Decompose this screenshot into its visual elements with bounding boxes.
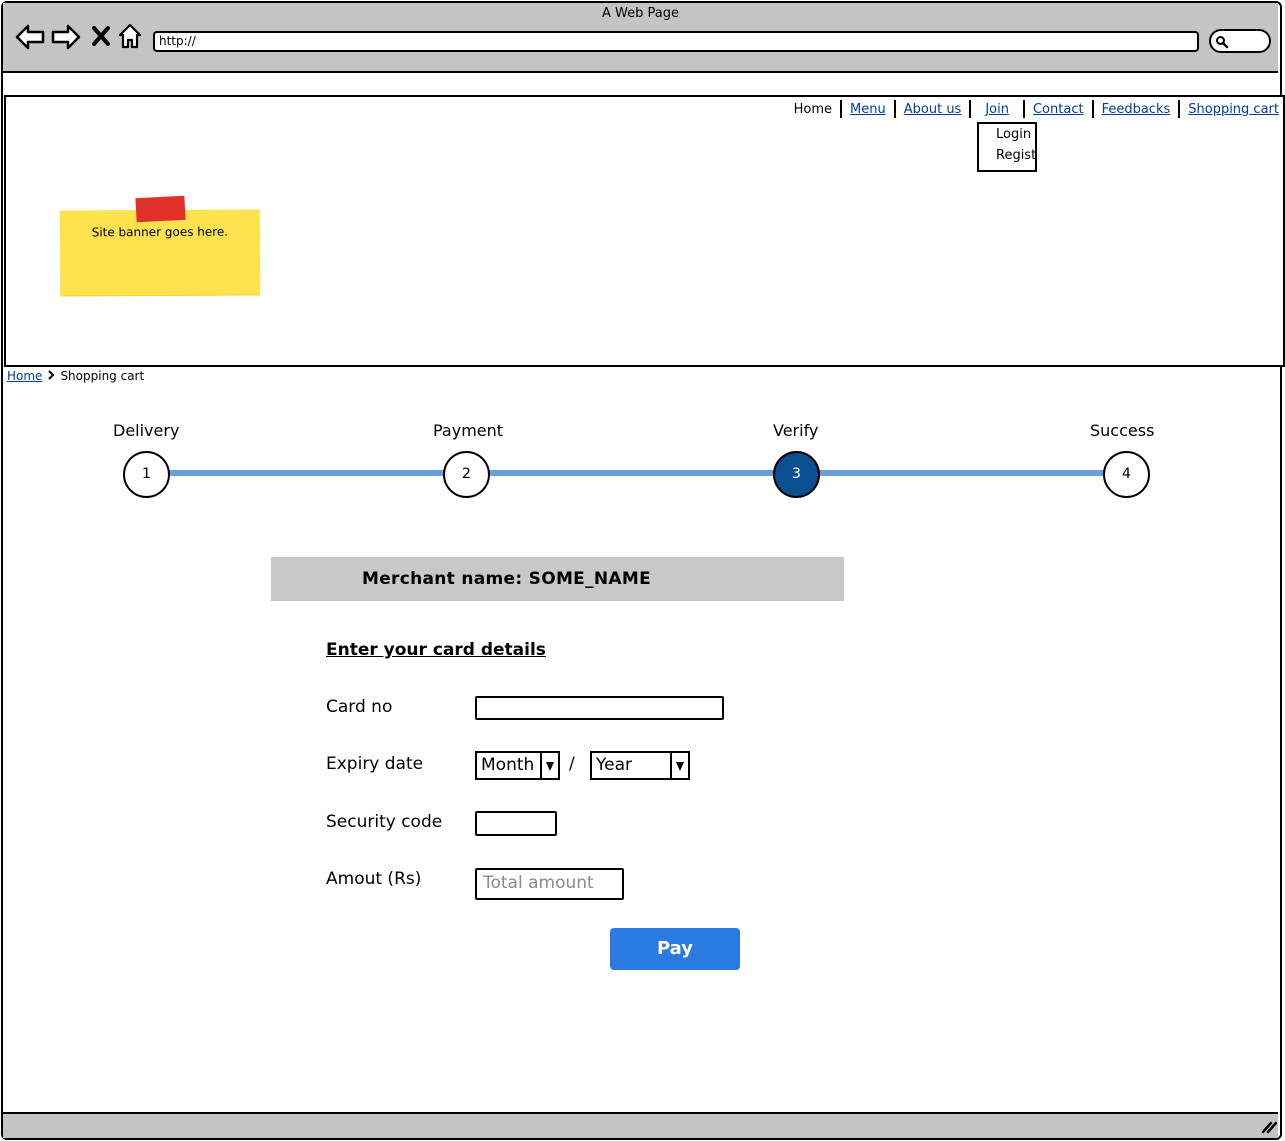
dropdown-arrow-icon: [670, 753, 688, 778]
breadcrumb-home[interactable]: Home: [7, 369, 42, 383]
dropdown-arrow-icon: [540, 753, 558, 778]
security-code-input[interactable]: [475, 811, 557, 836]
browser-statusbar: [3, 1112, 1278, 1138]
amount-input[interactable]: Total amount: [475, 868, 624, 900]
nav-join[interactable]: Join: [971, 102, 1023, 117]
card-number-input[interactable]: [475, 696, 724, 720]
banner-text: Site banner goes here.: [91, 224, 229, 240]
chevron-right-icon: [46, 369, 56, 383]
expiry-separator: /: [569, 754, 575, 774]
nav-menu[interactable]: Menu: [842, 102, 894, 117]
step-connector: [167, 470, 447, 476]
month-select-value: Month: [481, 755, 535, 775]
amount-placeholder: Total amount: [483, 873, 594, 893]
step-circle-3-active: 3: [773, 451, 820, 498]
nav-contact[interactable]: Contact: [1025, 102, 1092, 117]
expiry-date-label: Expiry date: [326, 754, 424, 774]
back-arrow-icon[interactable]: [15, 24, 45, 50]
card-details-heading: Enter your card details: [326, 640, 546, 660]
step-label-payment: Payment: [433, 421, 504, 440]
url-field[interactable]: http://: [153, 31, 1199, 52]
join-dropdown-menu: Login Regist: [977, 122, 1037, 172]
site-banner-sticky-note: Site banner goes here.: [59, 209, 261, 296]
resize-grip-icon[interactable]: [1261, 1119, 1278, 1138]
security-code-label: Security code: [326, 812, 443, 832]
merchant-bar: Merchant name: SOME_NAME: [271, 557, 844, 601]
card-no-label: Card no: [326, 697, 393, 717]
year-select[interactable]: Year: [590, 751, 690, 780]
nav-about-us[interactable]: About us: [896, 102, 970, 117]
step-label-verify: Verify: [773, 421, 819, 440]
tape-decoration: [135, 195, 186, 223]
nav-home[interactable]: Home: [786, 102, 840, 117]
nav-shopping-cart[interactable]: Shopping cart: [1180, 102, 1279, 117]
step-circle-1: 1: [123, 451, 170, 498]
window-title: A Web Page: [602, 6, 679, 21]
search-icon: [1215, 34, 1229, 53]
browser-search-field[interactable]: [1209, 29, 1271, 53]
breadcrumb: Home Shopping cart: [7, 369, 144, 383]
step-label-success: Success: [1090, 421, 1155, 440]
step-label-delivery: Delivery: [113, 421, 180, 440]
forward-arrow-icon[interactable]: [51, 24, 81, 50]
step-connector: [487, 470, 777, 476]
step-connector: [817, 470, 1107, 476]
home-icon[interactable]: [118, 23, 142, 49]
menu-item-regist[interactable]: Regist: [979, 145, 1036, 166]
breadcrumb-current: Shopping cart: [60, 369, 145, 383]
amount-label: Amout (Rs): [326, 869, 422, 889]
merchant-name: Merchant name: SOME_NAME: [362, 569, 652, 589]
step-circle-4: 4: [1103, 451, 1150, 498]
top-navigation: Home Menu About us Join Contact Feedback…: [786, 100, 1279, 118]
menu-item-login[interactable]: Login: [979, 124, 1035, 145]
step-circle-2: 2: [443, 451, 490, 498]
pay-button[interactable]: Pay: [610, 928, 740, 970]
close-icon[interactable]: [91, 25, 111, 47]
nav-feedbacks[interactable]: Feedbacks: [1094, 102, 1179, 117]
month-select[interactable]: Month: [475, 751, 560, 780]
year-select-value: Year: [596, 755, 632, 775]
